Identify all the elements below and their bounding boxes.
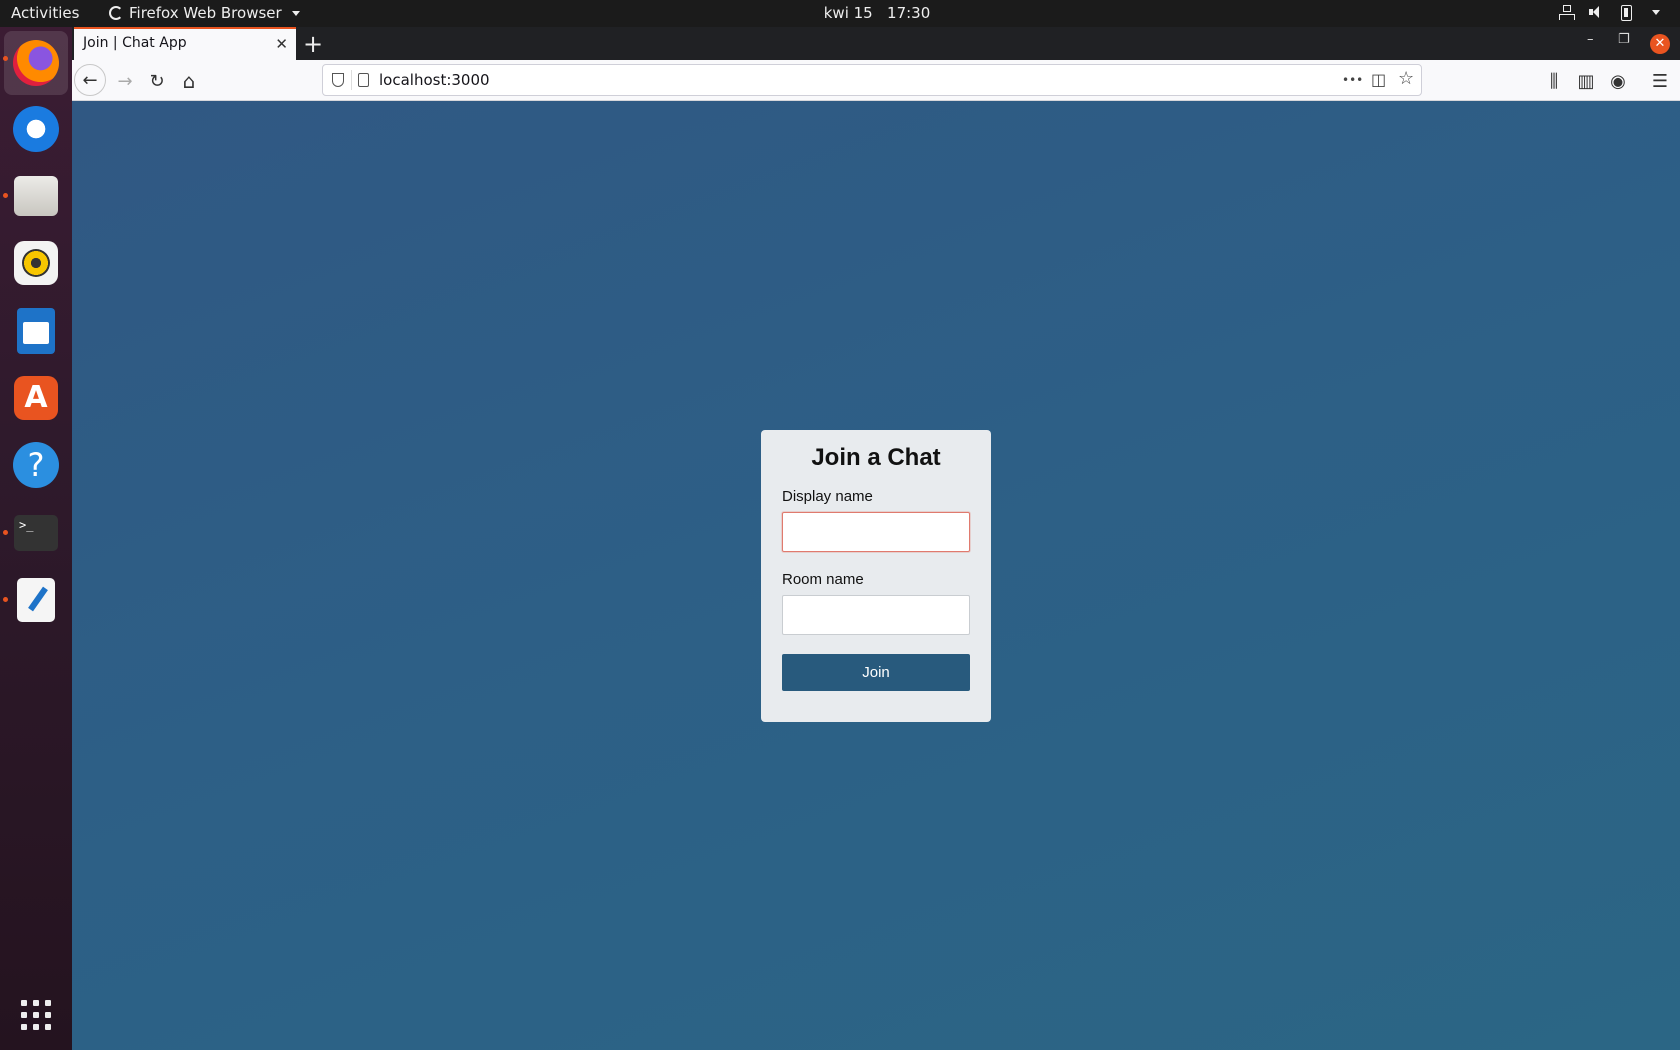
clock[interactable]: kwi 15 17:30 (0, 4, 1680, 22)
dock-terminal[interactable]: >_ (3, 509, 60, 557)
tab-join-chat-app[interactable]: Join | Chat App ✕ (74, 27, 296, 60)
join-form-card: Join a Chat Display name Room name Join (761, 430, 991, 722)
dock-text-editor[interactable] (3, 576, 60, 624)
page-info-icon[interactable] (358, 73, 369, 87)
running-indicator (3, 56, 8, 61)
url-bar[interactable]: localhost:3000 ••• ◫ ☆ (322, 64, 1422, 96)
software-store-icon: A (14, 376, 58, 420)
clock-day: kwi 15 (823, 4, 873, 22)
display-name-label: Display name (782, 488, 873, 505)
join-button[interactable]: Join (782, 654, 970, 691)
tab-title: Join | Chat App (83, 35, 187, 51)
minimize-button[interactable]: – (1587, 32, 1594, 47)
restore-button[interactable]: ❐ (1618, 32, 1630, 47)
text-editor-icon (17, 578, 55, 622)
dock-help[interactable]: ? (12, 441, 60, 489)
system-menu-chevron-icon[interactable] (1652, 9, 1660, 15)
volume-icon[interactable] (1588, 4, 1604, 20)
running-indicator (3, 193, 8, 198)
url-separator (351, 70, 352, 90)
window-close-button[interactable]: ✕ (1650, 34, 1670, 54)
clock-time: 17:30 (887, 4, 931, 22)
show-applications-button[interactable] (12, 991, 60, 1039)
firefox-window: Join | Chat App ✕ + – ❐ ✕ ← → ↻ ⌂ localh… (72, 27, 1680, 1050)
back-button[interactable]: ← (74, 64, 106, 96)
dock-firefox[interactable] (3, 31, 68, 95)
dock-rhythmbox[interactable] (12, 239, 60, 287)
bookmark-star-icon[interactable]: ☆ (1398, 68, 1414, 89)
form-title: Join a Chat (811, 444, 941, 471)
new-tab-button[interactable]: + (303, 30, 323, 58)
sidebar-icon[interactable]: ▥ (1570, 65, 1602, 97)
rhythmbox-icon (14, 241, 58, 285)
battery-icon[interactable] (1618, 4, 1634, 21)
tab-bar: Join | Chat App ✕ + – ❐ ✕ (72, 27, 1680, 60)
display-name-input[interactable] (782, 512, 970, 552)
running-indicator (3, 530, 8, 535)
dock-software[interactable]: A (12, 374, 60, 422)
tab-close-icon[interactable]: ✕ (275, 35, 288, 53)
library-icon[interactable]: ⫼ (1538, 65, 1570, 97)
running-indicator (3, 597, 8, 602)
network-icon[interactable] (1558, 4, 1575, 20)
firefox-icon (13, 40, 59, 86)
dock-writer[interactable] (12, 307, 60, 355)
room-name-label: Room name (782, 571, 864, 588)
room-name-input[interactable] (782, 595, 970, 635)
dock-thunderbird[interactable] (12, 105, 60, 153)
pocket-icon[interactable]: ◫ (1371, 70, 1386, 89)
system-top-bar: Activities Firefox Web Browser kwi 15 17… (0, 0, 1680, 27)
hamburger-menu-icon[interactable]: ☰ (1644, 65, 1676, 97)
show-apps-icon (21, 1000, 51, 1030)
dock-files[interactable] (3, 172, 60, 220)
home-button[interactable]: ⌂ (173, 65, 205, 97)
help-icon: ? (13, 442, 59, 488)
page-content: Join a Chat Display name Room name Join (72, 101, 1680, 1050)
terminal-icon: >_ (14, 515, 58, 551)
account-icon[interactable]: ◉ (1602, 65, 1634, 97)
dock: A ? >_ (0, 27, 72, 1050)
url-text[interactable]: localhost:3000 (379, 71, 490, 89)
files-icon (14, 176, 58, 216)
system-tray[interactable] (1558, 4, 1660, 21)
writer-icon (17, 308, 55, 354)
tracking-protection-icon[interactable] (332, 73, 344, 87)
navigation-toolbar: ← → ↻ ⌂ localhost:3000 ••• ◫ ☆ ⫼ ▥ ◉ ☰ (72, 60, 1680, 101)
forward-button[interactable]: → (109, 65, 141, 97)
page-actions-icon[interactable]: ••• (1342, 73, 1363, 87)
reload-button[interactable]: ↻ (141, 65, 173, 97)
thunderbird-icon (13, 106, 59, 152)
